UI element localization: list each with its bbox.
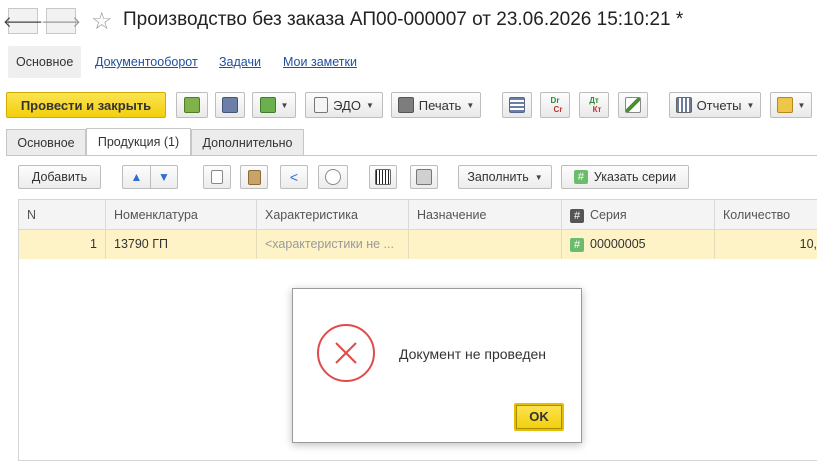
column-header-characteristic[interactable]: Характеристика xyxy=(257,200,409,230)
dt-kt-icon: Дт xyxy=(589,96,599,105)
edo-button[interactable]: ЭДО ▼ xyxy=(305,92,383,118)
column-header-n[interactable]: N xyxy=(19,200,106,230)
error-dialog: Документ не проведен OK xyxy=(292,288,582,443)
fill-button[interactable]: Заполнить ▼ xyxy=(458,165,552,189)
chevron-down-icon: ▼ xyxy=(280,100,289,110)
specify-series-label: Указать серии xyxy=(593,170,677,184)
column-header-purpose[interactable]: Назначение xyxy=(409,200,562,230)
arrow-left-icon: 🡐 xyxy=(2,13,44,31)
barcode-icon xyxy=(375,169,391,185)
back-button[interactable]: 🡐 xyxy=(3,8,43,34)
add-label: Добавить xyxy=(31,170,88,184)
column-header-series[interactable]: # Серия xyxy=(562,200,715,230)
create-based-on-icon xyxy=(259,97,276,113)
dr-cr-button[interactable]: Dr Cr xyxy=(540,92,570,118)
error-cross-icon xyxy=(317,324,375,382)
nav-tab-my-notes[interactable]: Мои заметки xyxy=(283,46,357,78)
copy-icon xyxy=(211,170,223,184)
calculate-icon xyxy=(325,169,341,185)
edo-icon xyxy=(314,97,329,113)
nav-tab-main[interactable]: Основное xyxy=(8,46,82,78)
reports-icon xyxy=(675,97,692,113)
arrow-up-icon: ▲ xyxy=(130,170,143,184)
post-and-close-label: Провести и закрыть xyxy=(20,97,152,113)
nav-tab-tasks[interactable]: Задачи xyxy=(219,46,261,78)
chevron-down-icon: ▼ xyxy=(797,100,806,110)
hash-icon: # xyxy=(570,237,584,252)
fill-label: Заполнить xyxy=(467,170,529,184)
tab-products[interactable]: Продукция (1) xyxy=(86,128,191,156)
tab-additional[interactable]: Дополнительно xyxy=(191,129,304,155)
chevron-down-icon: ▼ xyxy=(534,172,543,182)
list-icon xyxy=(509,97,525,113)
copy-button[interactable] xyxy=(203,165,231,189)
dr-cr-icon: Dr xyxy=(550,96,560,105)
column-header-nomenclature[interactable]: Номенклатура xyxy=(106,200,257,230)
create-based-on-button[interactable]: ▼ xyxy=(252,92,296,118)
structure-button[interactable] xyxy=(502,92,532,118)
column-header-quantity[interactable]: Количество xyxy=(715,200,817,230)
share-button[interactable]: < xyxy=(280,165,308,189)
favorite-star-button[interactable]: ☆ xyxy=(91,7,113,36)
reports-button[interactable]: Отчеты ▼ xyxy=(669,92,761,118)
share-icon: < xyxy=(289,169,299,185)
edit-button[interactable] xyxy=(618,92,648,118)
post-document-icon xyxy=(184,97,200,113)
hash-icon: # xyxy=(570,208,584,223)
paste-button[interactable] xyxy=(240,165,268,189)
chevron-down-icon: ▼ xyxy=(365,100,374,110)
cell-nomenclature[interactable]: 13790 ГП xyxy=(106,230,257,259)
forward-button[interactable]: 🡒 xyxy=(41,8,81,34)
cell-series-value: 00000005 xyxy=(590,237,646,251)
hash-icon: # xyxy=(573,170,588,184)
stamp-button[interactable] xyxy=(410,165,438,189)
dialog-message: Документ не проведен xyxy=(399,346,546,362)
attachment-icon xyxy=(776,97,793,113)
ok-button[interactable]: OK xyxy=(514,403,564,431)
star-icon: ☆ xyxy=(91,8,113,35)
arrow-right-icon: 🡒 xyxy=(40,13,82,31)
stamp-icon xyxy=(416,169,432,185)
tabs-divider xyxy=(6,155,817,156)
cell-series[interactable]: #00000005 xyxy=(562,230,715,259)
specify-series-button[interactable]: # Указать серии xyxy=(561,165,689,189)
dt-kt-button[interactable]: Дт Кт xyxy=(579,92,609,118)
dt-kt-icon-bottom: Кт xyxy=(592,105,602,114)
print-label: Печать xyxy=(418,97,462,113)
column-header-series-label: Серия xyxy=(590,208,627,222)
save-button[interactable] xyxy=(215,92,245,118)
printer-icon xyxy=(397,97,414,113)
add-button[interactable]: Добавить xyxy=(18,165,101,189)
dr-cr-icon-bottom: Cr xyxy=(553,105,563,114)
edit-icon xyxy=(625,97,641,113)
reports-label: Отчеты xyxy=(696,97,742,113)
print-button[interactable]: Печать ▼ xyxy=(391,92,481,118)
attachments-button[interactable]: ▼ xyxy=(770,92,812,118)
post-button[interactable] xyxy=(176,92,208,118)
document-title: Производство без заказа АП00-000007 от 2… xyxy=(123,9,684,30)
post-and-close-button[interactable]: Провести и закрыть xyxy=(6,92,166,118)
cell-characteristic[interactable]: <характеристики не ... xyxy=(257,230,409,259)
move-up-button[interactable]: ▲ xyxy=(122,165,150,189)
save-icon xyxy=(222,97,238,113)
cell-n[interactable]: 1 xyxy=(19,230,106,259)
cell-quantity[interactable]: 10,0 xyxy=(715,230,817,259)
edo-label: ЭДО xyxy=(333,97,361,113)
nav-tab-document-flow[interactable]: Документооборот xyxy=(95,46,198,78)
barcode-button[interactable] xyxy=(369,165,397,189)
arrow-down-icon: ▼ xyxy=(158,170,170,184)
paste-icon xyxy=(247,169,261,185)
chevron-down-icon: ▼ xyxy=(746,100,755,110)
calculate-button[interactable] xyxy=(318,165,348,189)
chevron-down-icon: ▼ xyxy=(466,100,475,110)
tab-main[interactable]: Основное xyxy=(6,129,86,155)
cell-purpose[interactable] xyxy=(409,230,562,259)
move-down-button[interactable]: ▼ xyxy=(150,165,178,189)
